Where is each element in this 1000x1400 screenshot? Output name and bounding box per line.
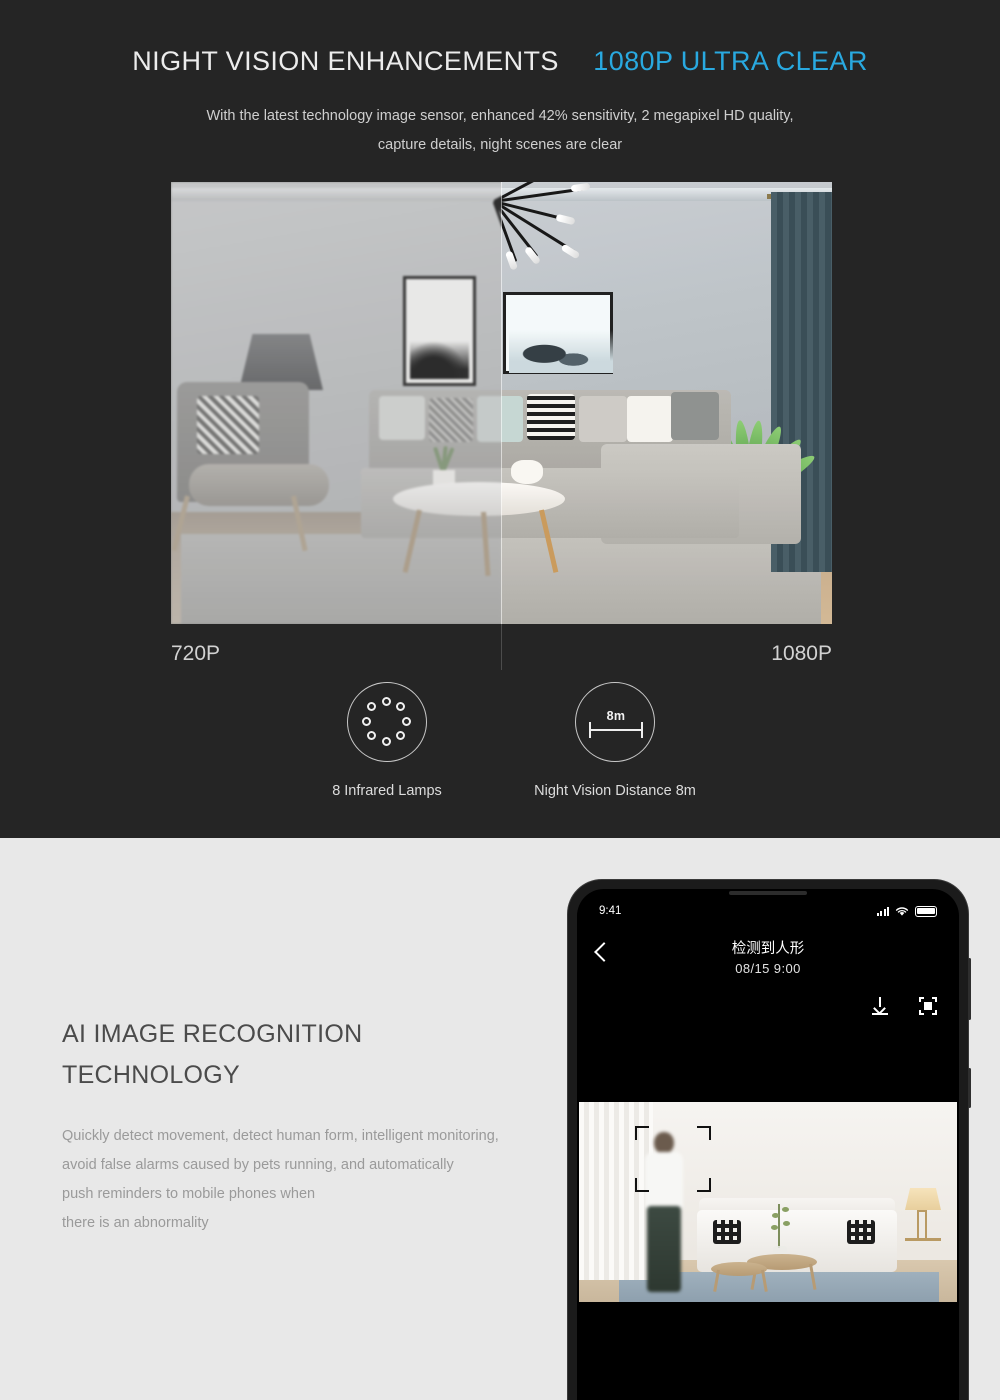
subtitle-line-2: capture details, night scenes are clear	[377, 137, 623, 153]
ai-body-line-2: avoid false alarms caused by pets runnin…	[62, 1157, 454, 1173]
living-room-scene-1080p	[501, 182, 832, 624]
download-icon[interactable]	[871, 997, 889, 1015]
ai-title-line-2: TECHNOLOGY	[62, 1061, 241, 1089]
ai-body-line-3: push reminders to mobile phones when	[62, 1186, 316, 1202]
ai-body-line-4: there is an abnormality	[62, 1215, 209, 1231]
feature-night-vision-distance: 8m Night Vision Distance 8m	[500, 682, 730, 799]
infrared-lamp-dot	[395, 702, 405, 712]
chandelier-arm	[493, 182, 501, 203]
subtitle-line-1: With the latest technology image sensor,…	[206, 108, 794, 124]
night-vision-subtitle: With the latest technology image sensor,…	[0, 102, 1000, 160]
chandelier-bulb	[570, 182, 591, 193]
distance-badge-label: 8m	[606, 709, 626, 723]
infrared-lamp-dot	[367, 702, 377, 712]
nav-date: 08/15 9:00	[735, 961, 801, 976]
snapshot-icon[interactable]	[919, 997, 937, 1015]
living-room-scene-720p	[171, 182, 501, 624]
headline-main: NIGHT VISION ENHANCEMENTS	[132, 46, 559, 76]
feature-list: 8 Infrared Lamps 8m Night Vision Distanc…	[262, 682, 782, 812]
feature-label-infrared: 8 Infrared Lamps	[332, 783, 442, 799]
infrared-lamp-dot	[367, 730, 377, 740]
phone-screen: 9:41 检测到人形 08/15 9:00	[577, 889, 959, 1400]
phone-mockup: 9:41 检测到人形 08/15 9:00	[568, 880, 971, 1400]
status-bar: 9:41	[577, 901, 959, 921]
signal-icon	[876, 906, 889, 916]
ai-section-body: Quickly detect movement, detect human fo…	[62, 1122, 572, 1238]
headline-accent: 1080P ULTRA CLEAR	[593, 46, 868, 76]
infrared-lamp-dot	[381, 696, 391, 706]
infrared-lamp-dot	[401, 716, 411, 726]
night-vision-section: NIGHT VISION ENHANCEMENTS 1080P ULTRA CL…	[0, 0, 1000, 838]
ai-section-title: AI IMAGE RECOGNITION TECHNOLOGY	[62, 1014, 522, 1096]
infrared-lamp-dot	[395, 730, 405, 740]
detected-person	[637, 1132, 693, 1292]
infrared-lamp-dot	[361, 716, 371, 726]
comparison-half-1080p	[501, 182, 832, 624]
status-time: 9:41	[599, 905, 622, 917]
comparison-split-divider	[501, 182, 502, 624]
night-vision-distance-icon: 8m	[575, 682, 655, 762]
infrared-lamps-icon	[347, 682, 427, 762]
volume-button[interactable]	[968, 1068, 971, 1108]
feature-label-distance: Night Vision Distance 8m	[534, 783, 696, 799]
label-1080p: 1080P	[771, 642, 832, 665]
chandelier-bulb	[555, 213, 576, 226]
ai-title-line-1: AI IMAGE RECOGNITION	[62, 1020, 363, 1048]
infrared-lamp-dot	[381, 736, 391, 746]
power-button[interactable]	[968, 958, 971, 1020]
battery-icon	[915, 905, 937, 917]
comparison-half-720p	[171, 182, 501, 624]
app-nav-bar: 检测到人形 08/15 9:00	[577, 937, 959, 983]
camera-video-feed[interactable]	[579, 1102, 957, 1302]
media-toolbar	[871, 997, 937, 1015]
page-title: NIGHT VISION ENHANCEMENTS 1080P ULTRA CL…	[0, 46, 1000, 77]
wifi-icon	[895, 906, 909, 916]
ai-body-line-1: Quickly detect movement, detect human fo…	[62, 1128, 499, 1144]
resolution-comparison-image	[171, 182, 832, 624]
earpiece-speaker	[729, 891, 807, 895]
nav-title: 检测到人形	[731, 941, 805, 957]
scene-table-lamp	[903, 1188, 943, 1258]
feature-infrared-lamps: 8 Infrared Lamps	[272, 682, 502, 799]
